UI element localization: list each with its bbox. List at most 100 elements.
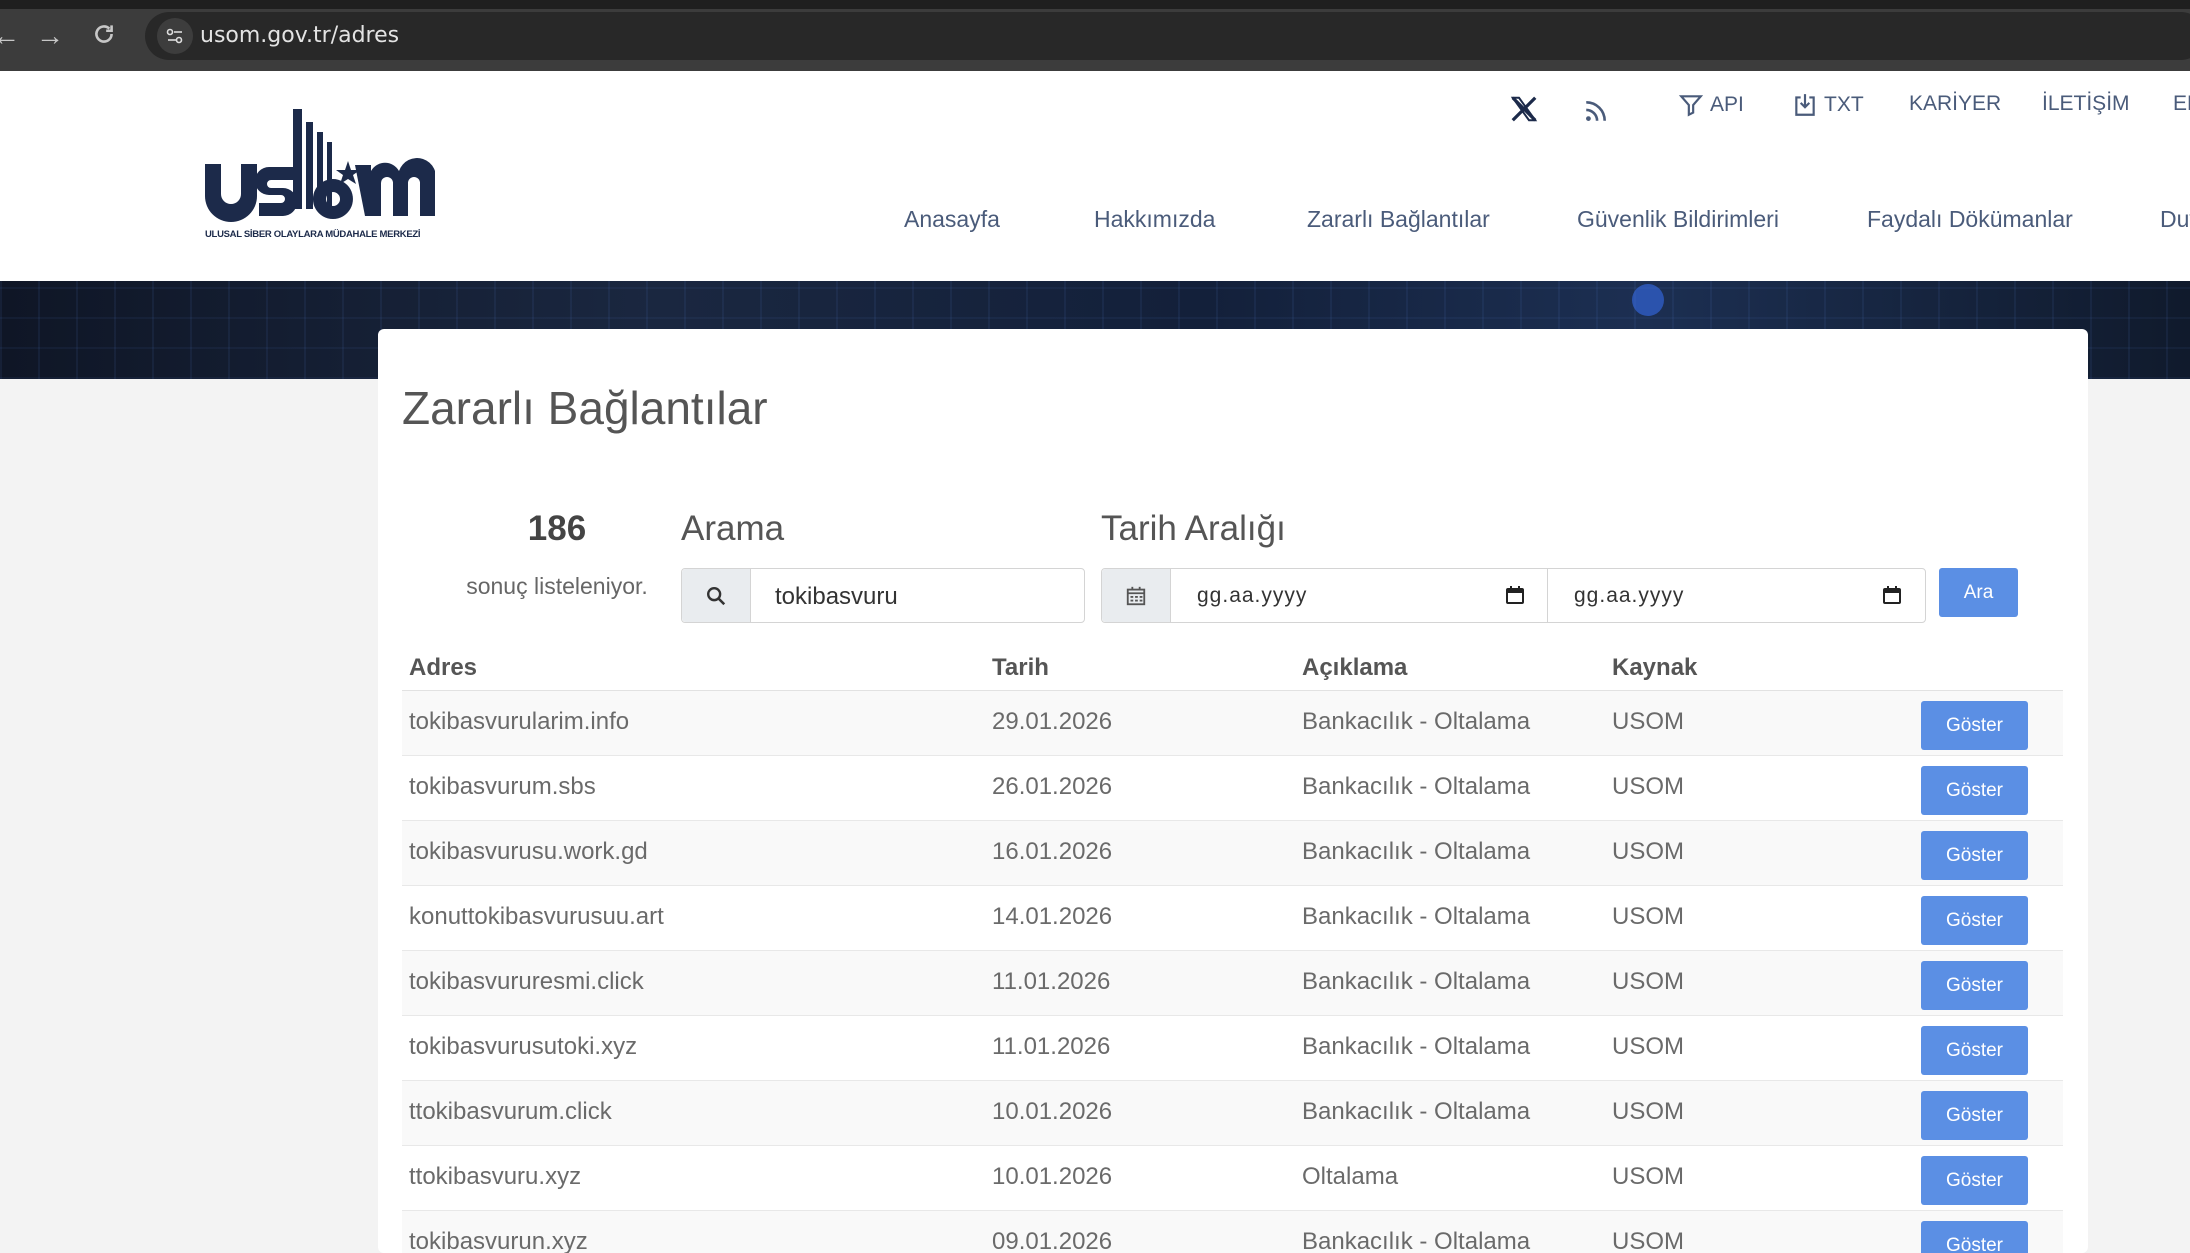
search-field[interactable]: tokibasvuru [681, 568, 1085, 623]
cell-adres[interactable]: tokibasvurun.xyz [409, 1228, 588, 1253]
cell-adres[interactable]: ttokibasvurum.click [409, 1098, 612, 1126]
table-row: tokibasvurum.sbs 26.01.2026 Bankacılık - O… [402, 756, 2063, 821]
rss-icon[interactable] [1583, 98, 1609, 124]
address-bar[interactable]: usom.gov.tr/adres [145, 12, 2190, 60]
url-text[interactable]: usom.gov.tr/adres [200, 23, 399, 48]
cell-kaynak: USOM [1612, 903, 1684, 930]
svg-text:ULUSAL SİBER OLAYLARA MÜDAHALE: ULUSAL SİBER OLAYLARA MÜDAHALE MERKEZİ [205, 229, 420, 240]
cell-aciklama: Oltalama [1302, 1163, 1399, 1190]
banner-decoration [1632, 284, 1664, 316]
content-card: Zararlı Bağlantılar 186 sonuç listeleniy… [378, 329, 2088, 1253]
date-picker-icon[interactable] [1505, 585, 1525, 605]
show-button[interactable]: Göster [1921, 1091, 2028, 1140]
cell-kaynak: USOM [1612, 708, 1684, 735]
table-row: tokibasvurun.xyz 09.01.2026 Bankacılık - O… [402, 1211, 2063, 1253]
show-button[interactable]: Göster [1921, 701, 2028, 750]
date-picker-icon[interactable] [1882, 585, 1902, 605]
language-link[interactable]: EN [2173, 92, 2190, 116]
cell-adres[interactable]: konuttokibasvurusuu.art [409, 903, 664, 931]
nav-duyurular[interactable]: Duyurular [2160, 206, 2190, 233]
cell-aciklama: Bankacılık - Oltalama [1302, 968, 1531, 995]
result-count: 186 [527, 509, 587, 548]
cell-kaynak: USOM [1612, 968, 1684, 995]
search-input[interactable]: tokibasvuru [775, 583, 898, 611]
date-start-placeholder: gg.aa.yyyy [1197, 584, 1308, 607]
table-row: tokibasvururesmi.click 11.01.2026 Bankacıl… [402, 951, 2063, 1016]
nav-guvenlik-bildirimleri[interactable]: Güvenlik Bildirimleri [1577, 206, 1779, 233]
column-header-tarih[interactable]: Tarih [992, 654, 1049, 682]
cell-kaynak: USOM [1612, 1033, 1684, 1060]
arrow-left-icon[interactable]: ← [0, 16, 26, 56]
cell-adres[interactable]: tokibasvurusu.work.gd [409, 838, 648, 866]
nav-faydali-dokumanlar[interactable]: Faydalı Dökümanlar [1867, 206, 2073, 233]
show-button[interactable]: Göster [1921, 1156, 2028, 1205]
reload-icon[interactable] [84, 14, 124, 54]
cell-adres[interactable]: tokibasvururesmi.click [409, 968, 644, 996]
show-button[interactable]: Göster [1921, 831, 2028, 880]
cell-aciklama: Bankacılık - Oltalama [1302, 708, 1531, 735]
cell-adres[interactable]: tokibasvurularim.info [409, 708, 629, 736]
filter-icon [1678, 95, 1704, 117]
show-button[interactable]: Göster [1921, 766, 2028, 815]
cell-aciklama: Bankacılık - Oltalama [1302, 773, 1531, 800]
cell-kaynak: USOM [1612, 1163, 1684, 1190]
cell-aciklama: Bankacılık - Oltalama [1302, 1033, 1531, 1060]
cell-tarih: 10.01.2026 [992, 1098, 1113, 1125]
nav-hakkimizda[interactable]: Hakkımızda [1094, 206, 1215, 233]
table-body: tokibasvurularim.info 29.01.2026 Bankacılı… [402, 691, 2063, 1253]
cell-aciklama: Bankacılık - Oltalama [1302, 903, 1531, 930]
cell-tarih: 09.01.2026 [992, 1228, 1113, 1253]
nav-zararli-baglantilar[interactable]: Zararlı Bağlantılar [1307, 206, 1490, 233]
table-header: Adres Tarih Açıklama Kaynak [402, 642, 2063, 691]
api-link[interactable]: API [1678, 92, 1744, 118]
download-icon [1795, 94, 1815, 116]
site-info-icon[interactable] [157, 18, 193, 54]
kariyer-link[interactable]: KARİYER [1909, 92, 2001, 116]
date-end-input[interactable]: gg.aa.yyyy [1548, 569, 1924, 622]
table-row: tokibasvurusutoki.xyz 11.01.2026 Bankacılı… [402, 1016, 2063, 1081]
browser-tab-strip [0, 0, 2190, 9]
cell-tarih: 10.01.2026 [992, 1163, 1113, 1190]
api-label: API [1710, 93, 1744, 116]
table-row: ttokibasvuru.xyz 10.01.2026 Oltalama USOM Gö… [402, 1146, 2063, 1211]
usom-logo[interactable]: ULUSAL SİBER OLAYLARA MÜDAHALE MERKEZİ [205, 107, 435, 247]
cell-aciklama: Bankacılık - Oltalama [1302, 1098, 1531, 1125]
show-button[interactable]: Göster [1921, 896, 2028, 945]
show-button[interactable]: Göster [1921, 961, 2028, 1010]
table-row: tokibasvurusu.work.gd 16.01.2026 Bankacılı… [402, 821, 2063, 886]
cell-tarih: 26.01.2026 [992, 773, 1113, 800]
iletisim-link[interactable]: İLETİŞİM [2042, 92, 2130, 116]
cell-adres[interactable]: tokibasvurum.sbs [409, 773, 596, 801]
cell-aciklama: Bankacılık - Oltalama [1302, 838, 1531, 865]
cell-kaynak: USOM [1612, 1098, 1684, 1125]
cell-kaynak: USOM [1612, 838, 1684, 865]
column-header-adres[interactable]: Adres [409, 654, 477, 682]
cell-adres[interactable]: tokibasvurusutoki.xyz [409, 1033, 637, 1061]
x-twitter-icon[interactable] [1509, 94, 1539, 124]
date-start-input[interactable]: gg.aa.yyyy [1171, 569, 1547, 622]
txt-label: TXT [1824, 93, 1864, 116]
nav-anasayfa[interactable]: Anasayfa [904, 206, 1000, 233]
cell-tarih: 16.01.2026 [992, 838, 1113, 865]
txt-link[interactable]: TXT [1792, 92, 1864, 118]
cell-aciklama: Bankacılık - Oltalama [1302, 1228, 1531, 1253]
date-end-placeholder: gg.aa.yyyy [1574, 584, 1685, 607]
cell-kaynak: USOM [1612, 1228, 1684, 1253]
calendar-icon [1102, 569, 1171, 622]
cell-kaynak: USOM [1612, 773, 1684, 800]
date-range-field: gg.aa.yyyy gg.aa.yyyy [1101, 568, 1926, 623]
cell-tarih: 11.01.2026 [992, 1033, 1111, 1060]
column-header-aciklama[interactable]: Açıklama [1302, 654, 1407, 682]
result-count-label: sonuç listeleniyor. [466, 573, 648, 599]
browser-toolbar: ← → usom.gov.tr/adres [0, 0, 2190, 71]
show-button[interactable]: Göster [1921, 1026, 2028, 1075]
table-row: tokibasvurularim.info 29.01.2026 Bankacılı… [402, 691, 2063, 756]
search-icon [682, 569, 751, 622]
show-button[interactable]: Göster [1921, 1221, 2028, 1253]
column-header-kaynak[interactable]: Kaynak [1612, 654, 1697, 682]
cell-adres[interactable]: ttokibasvuru.xyz [409, 1163, 581, 1191]
date-range-label: Tarih Aralığı [1101, 509, 1286, 548]
arrow-right-icon[interactable]: → [30, 16, 70, 56]
search-button[interactable]: Ara [1939, 568, 2018, 617]
results-table: Adres Tarih Açıklama Kaynak tokibasvurul… [402, 642, 2063, 1253]
